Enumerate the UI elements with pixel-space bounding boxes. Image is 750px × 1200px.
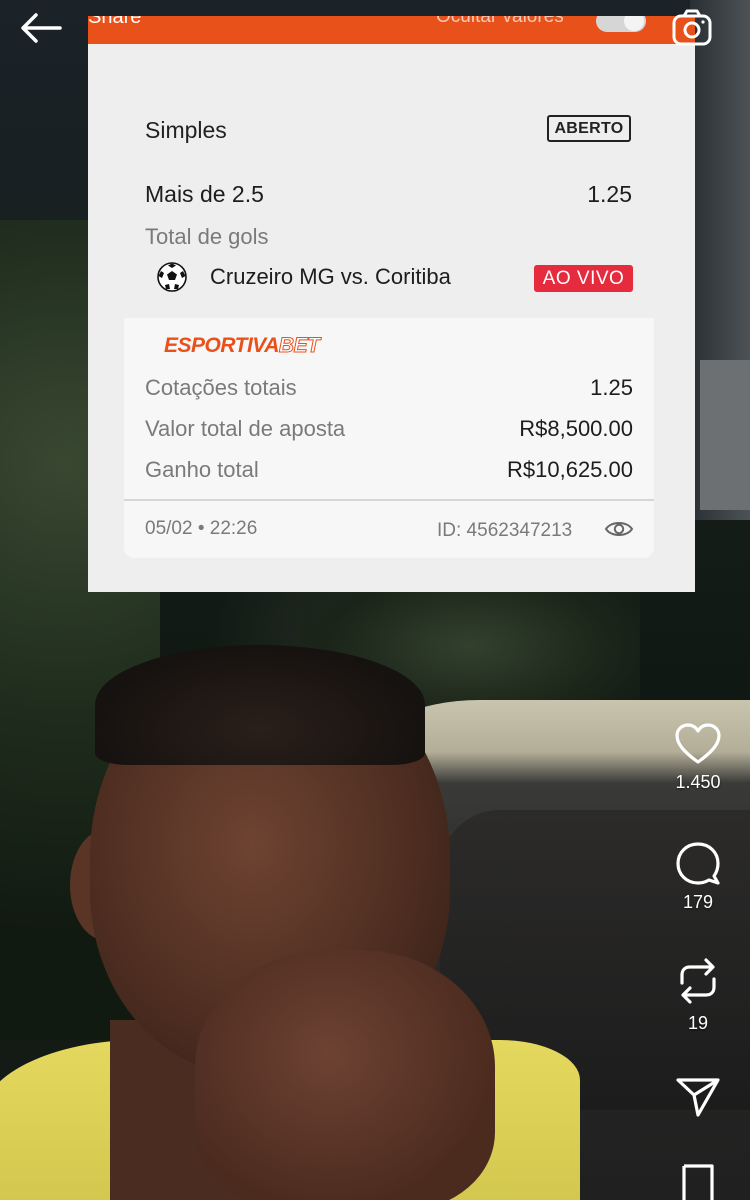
comment-button[interactable]: 179 — [668, 840, 728, 913]
summary-label: Valor total de aposta — [145, 416, 346, 441]
hide-values-label: Ocultar valores — [436, 16, 564, 27]
like-button[interactable]: 1.450 — [668, 722, 728, 793]
summary-label: Cotações totais — [145, 375, 297, 400]
comment-count: 179 — [682, 892, 714, 912]
save-button[interactable] — [668, 1160, 728, 1200]
bookmaker-logo: ESPORTIVABET — [164, 334, 320, 358]
market-name: Total de gols — [145, 224, 269, 249]
bet-summary: ESPORTIVABET Cotações totais 1.25 Valor … — [124, 318, 654, 558]
divider — [124, 499, 654, 501]
slip-header: Share Ocultar valores — [88, 16, 695, 44]
share-button[interactable] — [668, 1075, 728, 1119]
repost-count: 19 — [687, 1013, 709, 1033]
bet-slip-screenshot: Share Ocultar valores Simples ABERTO Mai… — [88, 16, 695, 592]
status-badge: ABERTO — [547, 115, 631, 142]
share-label: Share — [88, 16, 142, 28]
bet-type: Simples — [145, 117, 227, 143]
repost-button[interactable]: 19 — [668, 955, 728, 1034]
match-name: Cruzeiro MG vs. Coritiba — [210, 264, 451, 289]
send-icon — [676, 1078, 720, 1117]
arrow-left-icon — [21, 13, 62, 43]
camera-button[interactable] — [668, 6, 716, 50]
heart-icon — [675, 723, 721, 764]
soccer-ball-icon — [157, 262, 187, 292]
live-badge: AO VIVO — [534, 265, 633, 292]
eye-icon — [604, 522, 634, 536]
back-button[interactable] — [18, 8, 64, 48]
person-hand — [195, 950, 495, 1200]
selection-odd: 1.25 — [587, 181, 632, 207]
bet-timestamp: 05/02 • 22:26 — [145, 518, 258, 539]
comment-icon — [676, 842, 720, 885]
person-hair — [95, 645, 425, 765]
hide-values-toggle — [596, 16, 646, 32]
selection-name: Mais de 2.5 — [145, 181, 264, 207]
camera-icon — [672, 9, 712, 46]
repost-icon — [680, 958, 716, 1004]
bet-card: Simples ABERTO Mais de 2.5 1.25 Total de… — [124, 88, 654, 318]
bookmark-icon — [682, 1164, 714, 1200]
background-wall — [700, 360, 750, 510]
summary-label: Ganho total — [145, 457, 259, 482]
summary-value: R$8,500.00 — [519, 416, 633, 441]
like-count: 1.450 — [675, 772, 721, 792]
summary-value: 1.25 — [590, 375, 633, 400]
summary-value: R$10,625.00 — [507, 457, 633, 482]
bet-id: ID: 4562347213 — [437, 520, 573, 541]
